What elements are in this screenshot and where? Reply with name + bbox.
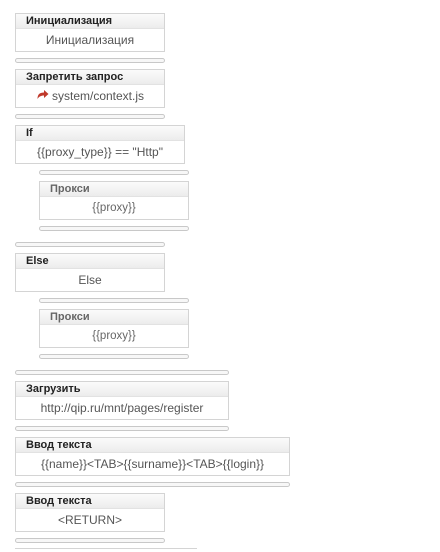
block-body: {{name}}<TAB>{{surname}}<TAB>{{login}}: [40, 457, 265, 471]
action-block-proxy[interactable]: Прокси {{proxy}}: [39, 181, 189, 220]
block-body: <RETURN>: [57, 513, 122, 527]
block-title: Инициализация: [16, 14, 164, 29]
block-title: Else: [16, 254, 164, 269]
block-separator: [15, 482, 290, 487]
block-body: Инициализация: [45, 33, 135, 47]
block-body: Else: [78, 273, 102, 287]
action-block-type-text[interactable]: Ввод текста <RETURN>: [15, 493, 165, 532]
block-separator: [15, 370, 229, 375]
partial-block-edge: [15, 548, 197, 552]
block-separator: [39, 226, 189, 231]
action-block-block-request[interactable]: Запретить запрос system/context.js: [15, 69, 165, 108]
block-body: system/context.js: [51, 89, 145, 103]
action-block-type-text[interactable]: Ввод текста {{name}}<TAB>{{surname}}<TAB…: [15, 437, 290, 476]
action-block-proxy[interactable]: Прокси {{proxy}}: [39, 309, 189, 348]
block-separator: [39, 354, 189, 359]
block-title: Загрузить: [16, 382, 228, 397]
block-separator: [15, 58, 165, 63]
block-title: If: [16, 126, 184, 141]
action-block-else[interactable]: Else Else: [15, 253, 165, 292]
block-separator: [15, 426, 229, 431]
block-separator: [39, 298, 189, 303]
action-block-load[interactable]: Загрузить http://qip.ru/mnt/pages/regist…: [15, 381, 229, 420]
action-block-if[interactable]: If {{proxy_type}} == "Http": [15, 125, 185, 164]
block-body: {{proxy}}: [92, 330, 136, 342]
redo-arrow-icon: [36, 85, 49, 107]
block-title: Прокси: [40, 310, 188, 325]
block-title: Ввод текста: [16, 494, 164, 509]
block-separator: [15, 538, 165, 543]
block-separator: [39, 170, 189, 175]
block-title: Запретить запрос: [16, 70, 164, 85]
block-title: Ввод текста: [16, 438, 289, 453]
block-separator: [15, 114, 165, 119]
block-body: {{proxy_type}} == "Http": [37, 145, 163, 159]
block-title: Прокси: [40, 182, 188, 197]
action-block-init[interactable]: Инициализация Инициализация: [15, 13, 165, 52]
block-body: http://qip.ru/mnt/pages/register: [40, 401, 204, 415]
block-body: {{proxy}}: [92, 202, 136, 214]
block-separator: [15, 242, 165, 247]
